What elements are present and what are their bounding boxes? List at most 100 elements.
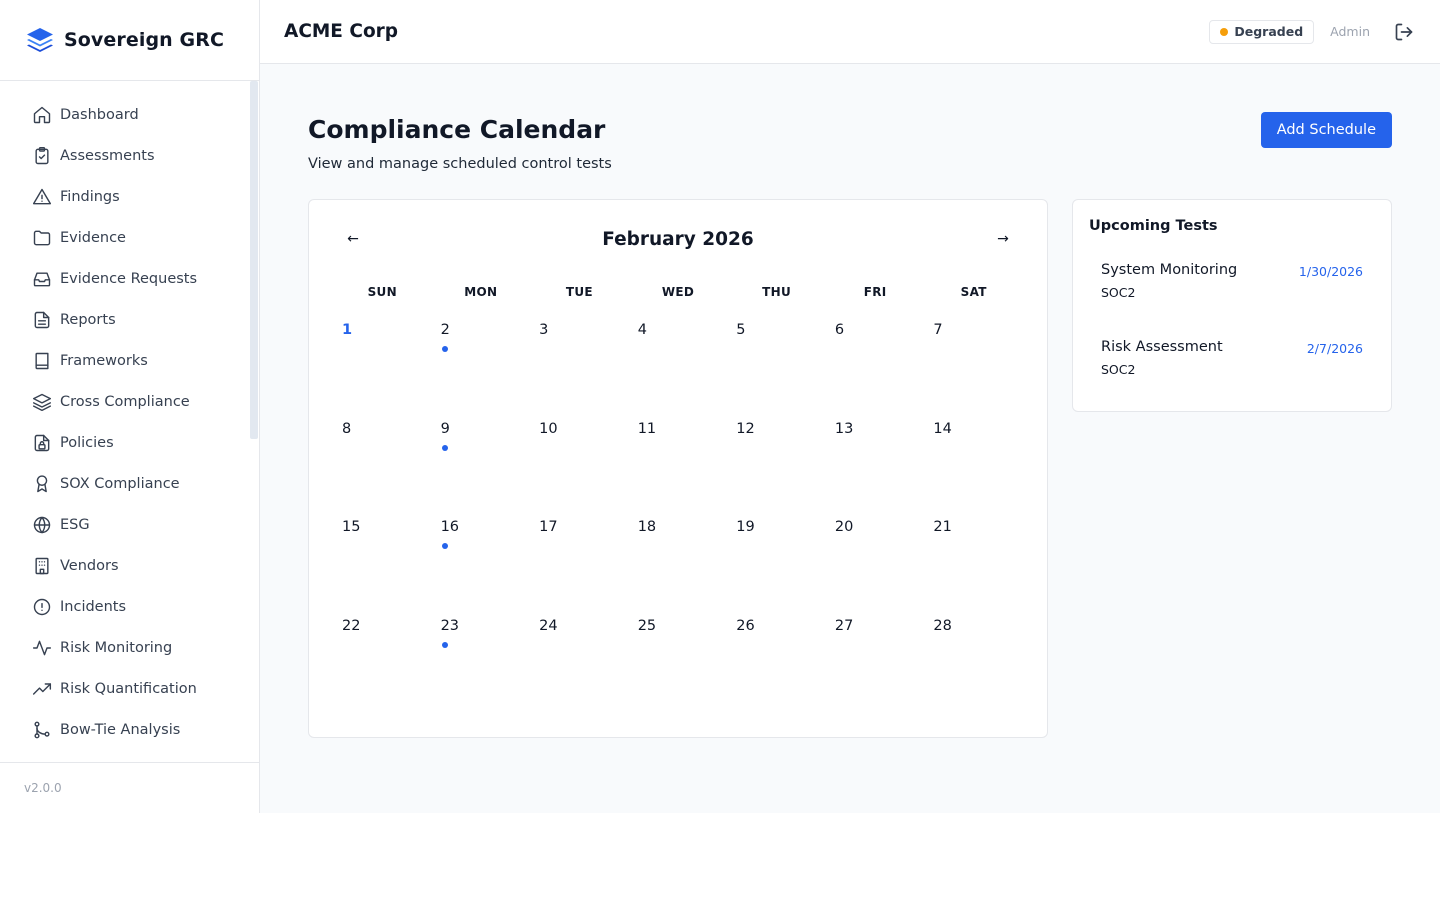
alert-triangle-icon	[31, 186, 53, 208]
weekday-label: SAT	[960, 285, 987, 299]
calendar-day[interactable]: 6	[826, 322, 925, 421]
sidebar-item-label: Evidence Requests	[60, 270, 198, 287]
calendar-day[interactable]: 13	[826, 421, 925, 520]
sidebar-nav: Dashboard Assessments Findings Evidence Evid…	[0, 81, 259, 762]
sidebar-item-label: Vendors	[60, 557, 119, 574]
upcoming-tests-list: System Monitoring SOC2 1/30/2026 Risk Asses…	[1089, 252, 1375, 406]
upcoming-test-item[interactable]: Risk Assessment SOC2 2/7/2026	[1089, 329, 1375, 406]
calendar-day[interactable]: 15	[333, 519, 432, 618]
page-subtitle: View and manage scheduled control tests	[308, 156, 612, 172]
book-icon	[31, 350, 53, 372]
day-number: 21	[933, 519, 952, 535]
sidebar-item-evidence[interactable]: Evidence	[0, 217, 259, 258]
calendar-day[interactable]: 21	[924, 519, 1023, 618]
sidebar-item-dashboard[interactable]: Dashboard	[0, 94, 259, 135]
upcoming-tests-card: Upcoming Tests System Monitoring SOC2 1/30…	[1072, 199, 1392, 412]
sidebar-item-bow-tie-analysis[interactable]: Bow-Tie Analysis	[0, 709, 259, 750]
day-number: 22	[342, 617, 361, 634]
test-date: 2/7/2026	[1306, 341, 1363, 356]
sidebar-item-sox-compliance[interactable]: SOX Compliance	[0, 463, 259, 504]
day-number: 23	[440, 617, 460, 634]
page-title: Compliance Calendar	[308, 115, 606, 144]
sidebar-item-frameworks[interactable]: Frameworks	[0, 340, 259, 381]
calendar-day[interactable]: 28	[924, 618, 1023, 717]
calendar-header: ← February 2026 →	[333, 224, 1023, 254]
calendar-day[interactable]: 3	[530, 322, 629, 421]
brand[interactable]: Sovereign GRC	[0, 0, 259, 81]
sidebar-item-cross-compliance[interactable]: Cross Compliance	[0, 381, 259, 422]
day-number: 9	[440, 420, 450, 437]
calendar-day[interactable]: 12	[727, 421, 826, 520]
sidebar-item-incidents[interactable]: Incidents	[0, 586, 259, 627]
day-number: 3	[539, 322, 549, 338]
day-number: 25	[637, 617, 657, 634]
calendar-day[interactable]: 16	[432, 519, 531, 618]
calendar-day[interactable]: 7	[924, 322, 1023, 421]
sidebar-item-label: Frameworks	[60, 352, 148, 369]
calendar-day[interactable]: 25	[629, 618, 728, 717]
day-number: 4	[637, 322, 647, 338]
sidebar-item-risk-quantification[interactable]: Risk Quantification	[0, 668, 259, 709]
day-number: 7	[933, 322, 943, 338]
calendar-day[interactable]: 24	[530, 618, 629, 717]
page-header: Compliance Calendar View and manage sche…	[308, 112, 1392, 172]
sidebar-item-policies[interactable]: Policies	[0, 422, 259, 463]
next-month-button[interactable]: →	[991, 231, 1015, 247]
sidebar-item-label: Dashboard	[60, 106, 139, 123]
calendar-day[interactable]: 18	[629, 519, 728, 618]
sidebar-item-reports[interactable]: Reports	[0, 299, 259, 340]
day-number: 13	[834, 420, 854, 437]
brand-name: Sovereign GRC	[64, 29, 224, 51]
status-badge[interactable]: Degraded	[1209, 19, 1315, 44]
test-framework: SOC2	[1101, 362, 1136, 377]
sidebar-item-label: Findings	[60, 188, 120, 205]
sidebar-item-vendors[interactable]: Vendors	[0, 545, 259, 586]
sidebar-scrollbar[interactable]	[250, 81, 259, 762]
sidebar-item-findings[interactable]: Findings	[0, 176, 259, 217]
event-dot-icon	[441, 543, 448, 549]
upcoming-tests-title: Upcoming Tests	[1089, 218, 1218, 234]
sidebar-item-evidence-requests[interactable]: Evidence Requests	[0, 258, 259, 299]
calendar-day[interactable]: 1	[333, 322, 432, 421]
sidebar-scroll-thumb[interactable]	[250, 81, 258, 439]
event-dot-icon	[441, 346, 448, 352]
prev-month-button[interactable]: ←	[341, 231, 365, 247]
calendar-day[interactable]: 20	[826, 519, 925, 618]
calendar-days: 1 2 3 4 5 6 7 8 9 10 11 12 13 14 15 16 17 18 19 20 21 22 23 24 2…	[333, 322, 1023, 716]
day-number: 12	[736, 420, 755, 437]
status-dot-icon	[1220, 27, 1229, 36]
home-icon	[31, 104, 53, 126]
logout-button[interactable]	[1392, 20, 1416, 44]
calendar-day[interactable]: 17	[530, 519, 629, 618]
calendar-day[interactable]: 19	[727, 519, 826, 618]
day-number: 2	[440, 322, 450, 338]
sidebar-item-risk-monitoring[interactable]: Risk Monitoring	[0, 627, 259, 668]
calendar-day[interactable]: 4	[629, 322, 728, 421]
sidebar-item-esg[interactable]: ESG	[0, 504, 259, 545]
calendar-day[interactable]: 8	[333, 421, 432, 520]
calendar-day[interactable]: 27	[826, 618, 925, 717]
add-schedule-button[interactable]: Add Schedule	[1260, 112, 1392, 148]
calendar-day[interactable]: 22	[333, 618, 432, 717]
test-date: 1/30/2026	[1298, 264, 1363, 279]
calendar-day[interactable]: 2	[432, 322, 531, 421]
page-content: Compliance Calendar View and manage sche…	[260, 64, 1440, 738]
calendar-day[interactable]: 10	[530, 421, 629, 520]
calendar-day[interactable]: 14	[924, 421, 1023, 520]
calendar-day[interactable]: 23	[432, 618, 531, 717]
test-name: System Monitoring	[1101, 262, 1238, 278]
calendar-day[interactable]: 26	[727, 618, 826, 717]
calendar-day[interactable]: 11	[629, 421, 728, 520]
day-number: 24	[539, 617, 558, 634]
file-text-icon	[31, 309, 53, 331]
upcoming-test-item[interactable]: System Monitoring SOC2 1/30/2026	[1089, 252, 1375, 329]
logout-icon	[1395, 23, 1413, 40]
day-number: 16	[440, 519, 460, 535]
topbar-right: Degraded Admin	[1209, 19, 1416, 44]
calendar-day[interactable]: 5	[727, 322, 826, 421]
sidebar-item-label: Incidents	[60, 598, 127, 615]
weekday-label: MON	[464, 285, 498, 299]
sidebar-item-assessments[interactable]: Assessments	[0, 135, 259, 176]
day-number: 1	[342, 322, 353, 338]
calendar-day[interactable]: 9	[432, 421, 531, 520]
